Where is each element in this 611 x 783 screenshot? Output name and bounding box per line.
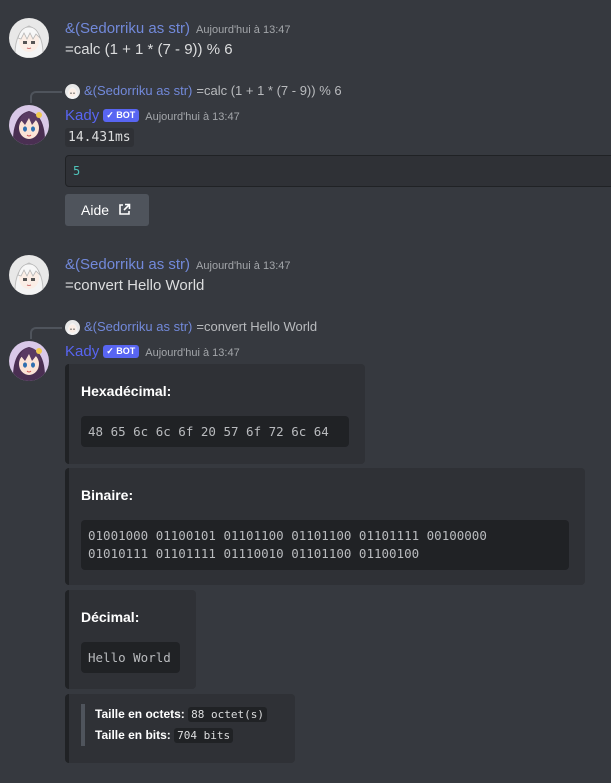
avatar [65,84,80,100]
embed-size: Taille en octets: 88 octet(s) Taille en … [65,694,295,763]
embed-title: Décimal: [81,609,140,625]
timestamp[interactable]: Aujourd'hui à 13:47 [145,111,239,123]
timestamp[interactable]: Aujourd'hui à 13:47 [196,24,290,36]
size-octets-value: 88 octet(s) [188,707,268,722]
reply-connector [30,327,62,339]
reply-preview[interactable]: &(Sedorriku as str) =calc (1 + 1 * (7 - 9… [65,83,342,100]
embed-decimal: Décimal: Hello World [65,590,196,689]
size-quote: Taille en octets: 88 octet(s) Taille en … [81,704,268,746]
message-text: =calc (1 + 1 * (7 - 9)) % 6 [65,41,233,58]
size-octets-row: Taille en octets: 88 octet(s) [95,704,268,725]
help-button[interactable]: Aide [65,194,149,226]
code-block-text: 5 [73,164,81,178]
reply-text: =convert Hello World [196,319,318,334]
embed-hex: Hexadécimal: 48 65 6c 6c 6f 20 57 6f 72 … [65,364,365,464]
username[interactable]: &(Sedorriku as str) [65,256,190,273]
avatar[interactable] [9,255,49,295]
bot-tag: ✓ BOT [103,345,140,358]
timestamp[interactable]: Aujourd'hui à 13:47 [196,260,290,272]
size-bits-value: 704 bits [174,728,234,743]
message-text: =convert Hello World [65,277,205,294]
size-bits-row: Taille en bits: 704 bits [95,725,267,746]
reply-username[interactable]: &(Sedorriku as str) [84,319,192,334]
avatar [65,320,80,336]
embed-code: Hello World [81,642,180,673]
external-link-icon [118,203,131,219]
inline-code: 14.431ms [65,128,134,147]
timestamp[interactable]: Aujourd'hui à 13:47 [145,347,239,359]
embed-binary: Binaire: 01001000 01100101 01101100 0110… [65,468,585,585]
avatar[interactable] [9,18,49,58]
username[interactable]: &(Sedorriku as str) [65,20,190,37]
bot-tag: ✓ BOT [103,109,140,122]
reply-connector [30,91,62,103]
reply-preview[interactable]: &(Sedorriku as str) =convert Hello World [65,319,318,336]
reply-username[interactable]: &(Sedorriku as str) [84,83,192,98]
help-button-label: Aide [81,202,110,218]
username[interactable]: Kady [65,107,99,124]
size-bits-label: Taille en bits: [95,728,171,742]
code-block: 5 [65,155,611,187]
embed-code: 48 65 6c 6c 6f 20 57 6f 72 6c 64 [81,416,349,447]
embed-code: 01001000 01100101 01101100 01101100 0110… [81,520,569,570]
reply-text: =calc (1 + 1 * (7 - 9)) % 6 [196,83,342,98]
username[interactable]: Kady [65,343,99,360]
avatar[interactable] [9,341,49,381]
avatar[interactable] [9,105,49,145]
size-octets-label: Taille en octets: [95,707,185,721]
embed-title: Binaire: [81,487,134,503]
embed-title: Hexadécimal: [81,383,172,399]
